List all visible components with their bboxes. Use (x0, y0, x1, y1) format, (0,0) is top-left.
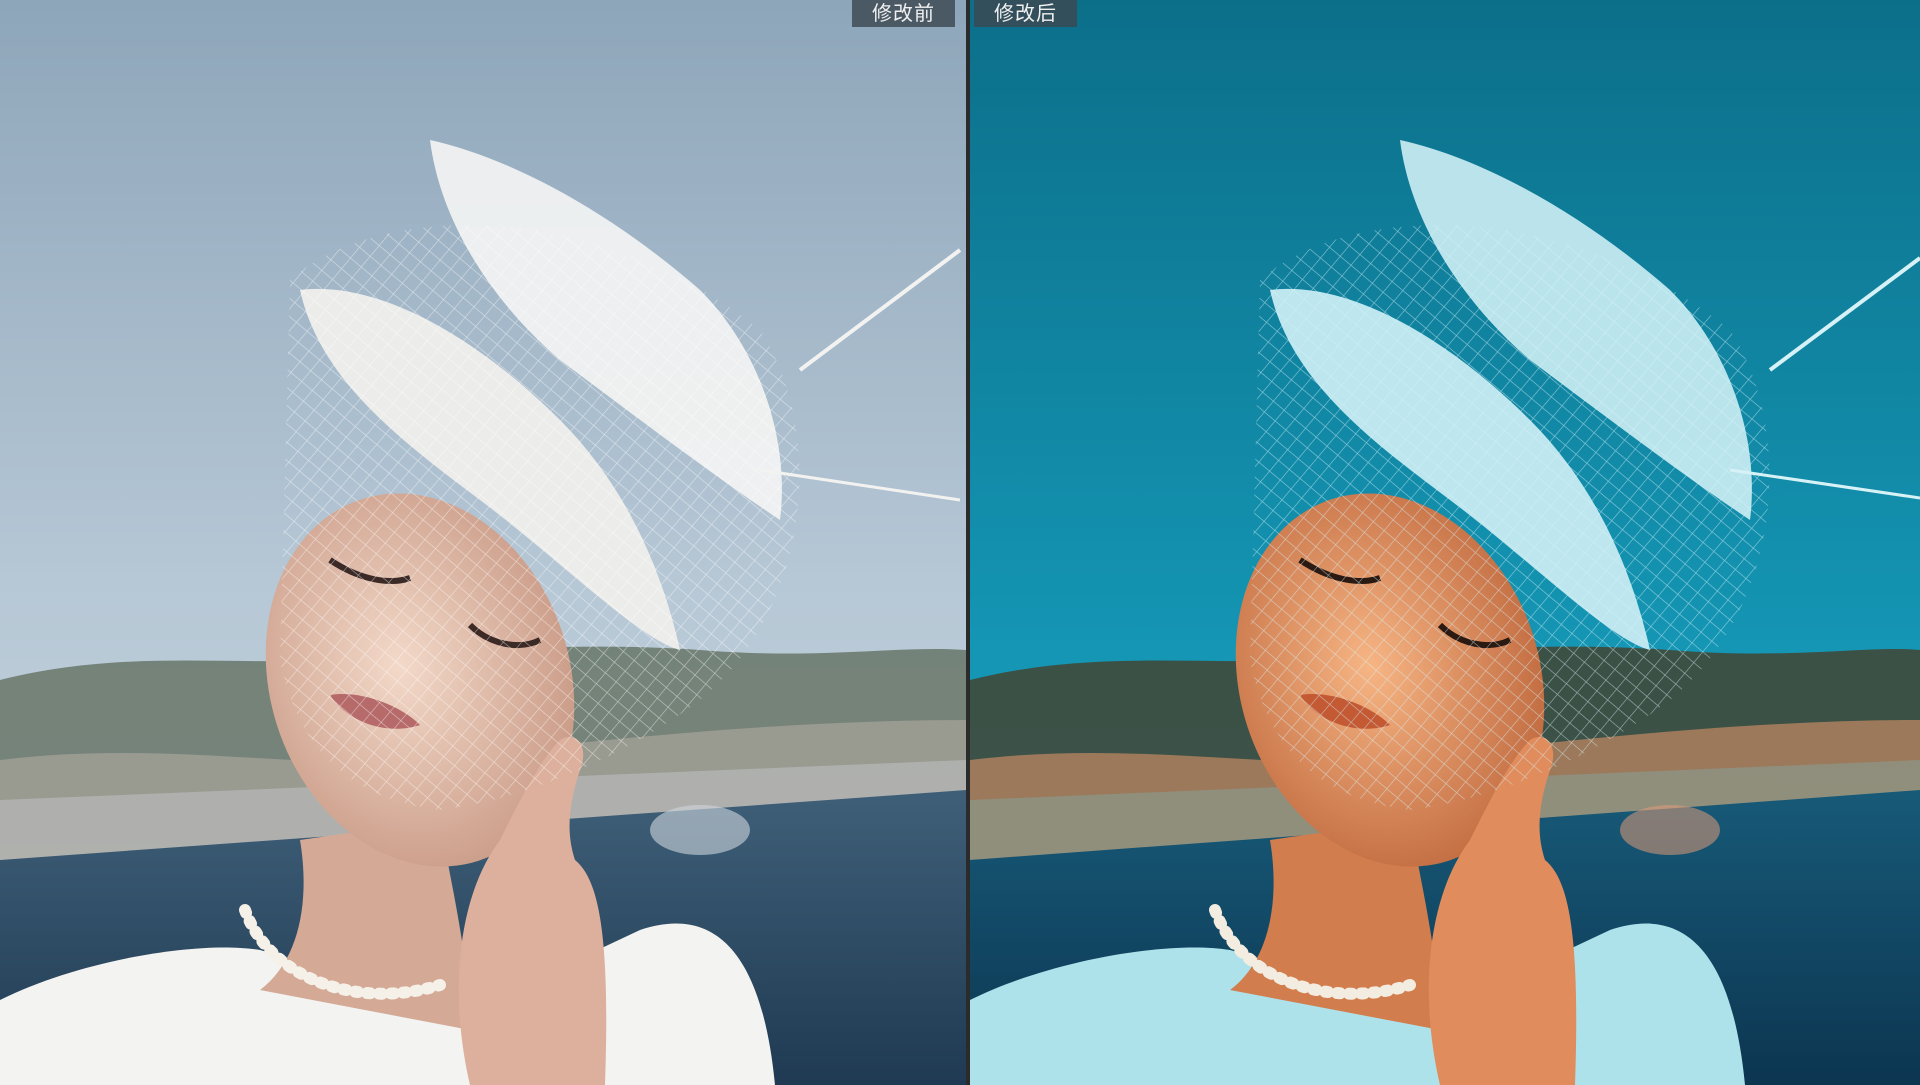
before-after-viewer: 修改前 修改后 (0, 0, 1920, 1085)
before-photo (0, 0, 966, 1085)
before-label: 修改前 (852, 0, 955, 27)
after-photo (970, 0, 1920, 1085)
before-pane: 修改前 (0, 0, 966, 1085)
after-label: 修改后 (974, 0, 1077, 27)
after-pane: 修改后 (970, 0, 1920, 1085)
